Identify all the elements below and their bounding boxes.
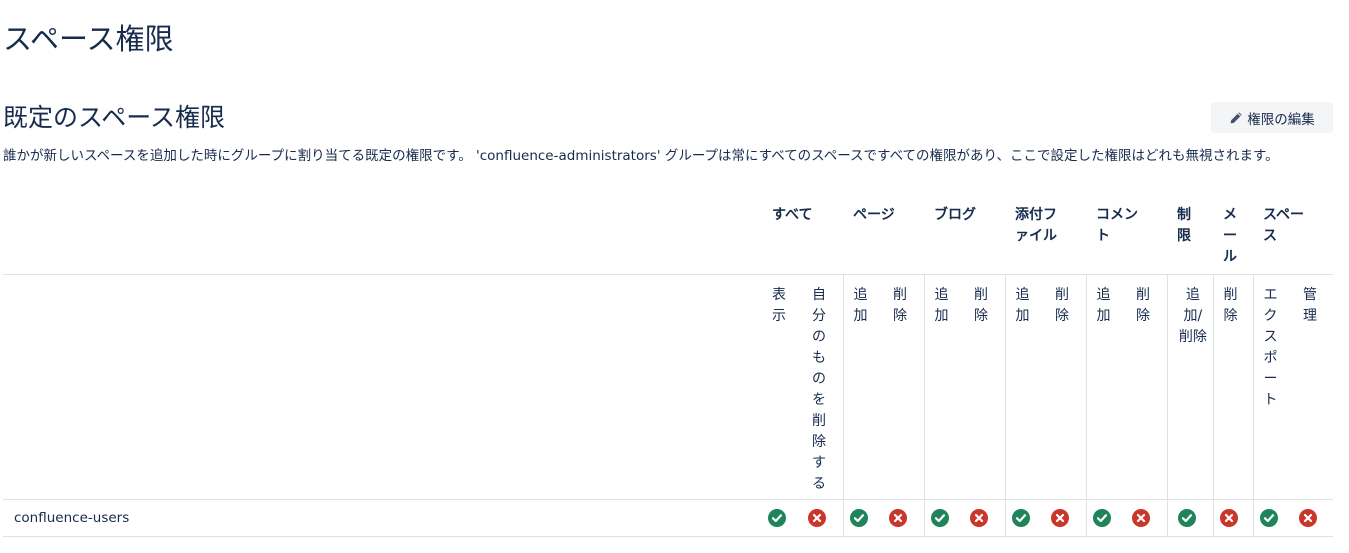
header-attachments: 添付ファイル — [1005, 203, 1087, 275]
sub-header-space-admin: 管理 — [1293, 274, 1334, 500]
sub-header-space-export: エクスポート — [1253, 274, 1294, 500]
cross-circle-icon — [1299, 509, 1318, 528]
header-blogs: ブログ — [924, 203, 1006, 275]
perm-page-delete — [883, 499, 925, 537]
sub-header-row: 表示 自分のものを削除する 追加 削除 追加 削除 追加 削除 追加 削除 追加… — [3, 274, 1334, 500]
sub-header-blog-delete: 削除 — [964, 274, 1006, 500]
sub-header-blank — [3, 274, 762, 500]
check-circle-icon — [930, 509, 949, 528]
sub-header-restrictions-add-delete: 追加/削除 — [1167, 274, 1214, 500]
perm-space-export — [1253, 499, 1294, 537]
cross-circle-icon — [970, 509, 989, 528]
perm-page-add — [843, 499, 883, 537]
perm-mail-delete — [1213, 499, 1254, 537]
perm-space-admin — [1293, 499, 1334, 537]
header-pages: ページ — [843, 203, 925, 275]
check-circle-icon — [1011, 509, 1030, 528]
check-circle-icon — [1177, 509, 1196, 528]
sub-header-attachment-add: 追加 — [1005, 274, 1046, 500]
page-title: スペース権限 — [3, 22, 174, 56]
edit-permissions-label: 権限の編集 — [1247, 111, 1315, 128]
header-space: スペース — [1253, 203, 1334, 275]
sub-header-comment-add: 追加 — [1086, 274, 1127, 500]
cross-circle-icon — [889, 509, 907, 528]
perm-remove-own — [802, 499, 844, 537]
header-restrictions: 制限 — [1167, 203, 1214, 275]
group-column-header — [3, 203, 762, 275]
header-mail: メール — [1213, 203, 1254, 275]
permissions-table: すべて ページ ブログ 添付ファイル コメント 制限 メール スペース 表示 自… — [3, 203, 1334, 537]
header-all: すべて — [762, 203, 843, 275]
cross-circle-icon — [1132, 509, 1151, 528]
perm-attachment-add — [1005, 499, 1046, 537]
sub-header-view: 表示 — [762, 274, 802, 500]
sub-header-comment-delete: 削除 — [1126, 274, 1168, 500]
perm-attachment-delete — [1045, 499, 1087, 537]
sub-header-page-add: 追加 — [843, 274, 883, 500]
cross-circle-icon — [1219, 509, 1238, 528]
group-header-row: すべて ページ ブログ 添付ファイル コメント 制限 メール スペース — [3, 203, 1334, 275]
perm-comment-add — [1086, 499, 1127, 537]
sub-header-attachment-delete: 削除 — [1045, 274, 1087, 500]
group-name: confluence-users — [3, 499, 762, 537]
perm-comment-delete — [1126, 499, 1168, 537]
check-circle-icon — [768, 509, 786, 528]
sub-header-page-delete: 削除 — [883, 274, 925, 500]
sub-header-mail-delete: 削除 — [1213, 274, 1254, 500]
perm-blog-add — [924, 499, 965, 537]
cross-circle-icon — [808, 509, 826, 528]
edit-permissions-button[interactable]: 権限の編集 — [1211, 102, 1333, 133]
pencil-icon — [1229, 111, 1243, 125]
check-circle-icon — [849, 509, 868, 528]
table-row: confluence-users — [3, 499, 1334, 537]
section-title: 既定のスペース権限 — [3, 103, 226, 132]
header-comments: コメント — [1086, 203, 1168, 275]
cross-circle-icon — [1051, 509, 1070, 528]
perm-view — [762, 499, 802, 537]
sub-header-remove-own: 自分のものを削除する — [802, 274, 844, 500]
check-circle-icon — [1092, 509, 1111, 528]
perm-blog-delete — [964, 499, 1006, 537]
permissions-description: 誰かが新しいスペースを追加した時にグループに割り当てる既定の権限です。 'con… — [3, 148, 1279, 164]
perm-restrictions — [1167, 499, 1214, 537]
check-circle-icon — [1259, 509, 1278, 528]
sub-header-blog-add: 追加 — [924, 274, 965, 500]
